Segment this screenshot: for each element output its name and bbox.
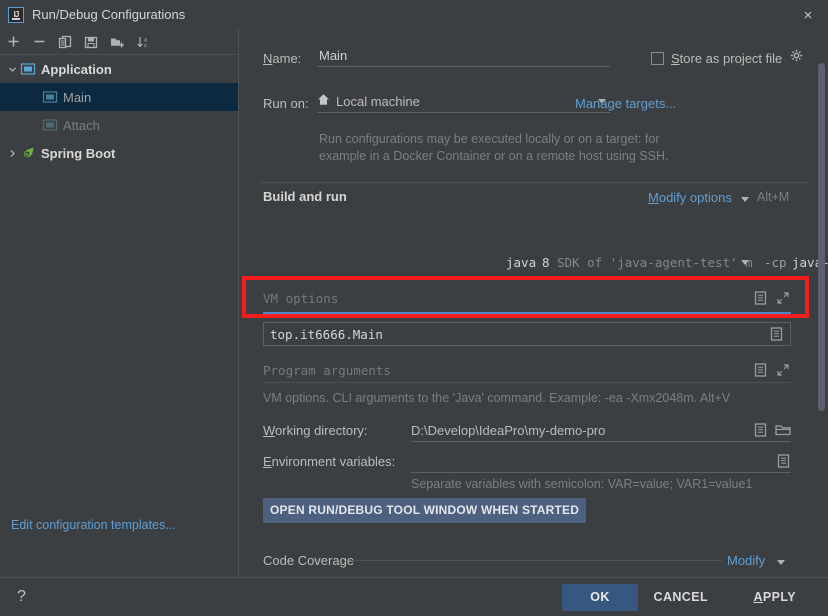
run-on-hint-line-2: example in a Docker Container or on a re… (319, 149, 669, 163)
tree-node-attach[interactable]: Attach (0, 111, 238, 139)
spring-boot-icon (20, 145, 36, 161)
tree-node-main[interactable]: Main (0, 83, 238, 111)
run-debug-configurations-dialog: IJ Run/Debug Configurations × a z Applic… (0, 0, 828, 616)
environment-variables-label: Environment variables: (263, 454, 396, 469)
tree-node-label: Attach (63, 117, 100, 133)
code-coverage-modify-link[interactable]: Modify (727, 553, 765, 568)
code-coverage-title: Code Coverage (263, 553, 355, 568)
tree-node-spring-boot[interactable]: Spring Boot (0, 139, 238, 167)
store-as-project-file-checkbox[interactable] (651, 52, 664, 65)
chevron-down-icon[interactable] (777, 560, 785, 565)
tree-node-label: Application (41, 61, 112, 77)
chevron-down-icon[interactable] (741, 197, 749, 202)
expand-icon[interactable] (775, 290, 791, 306)
environment-variables-hint: Separate variables with semicolon: VAR=v… (411, 477, 753, 491)
store-as-project-file-label: Store as project file (671, 51, 783, 66)
program-arguments-field[interactable]: Program arguments (263, 358, 791, 382)
working-directory-label: Working directory: (263, 423, 368, 438)
vm-options-focus-underline (263, 312, 791, 314)
dialog-footer: ? OK CANCEL A PPLY (0, 577, 828, 616)
apply-button[interactable]: A PPLY (743, 584, 806, 611)
modify-options-link[interactable]: Modify options (648, 190, 732, 205)
run-on-value: Local machine (336, 94, 420, 109)
chevron-down-icon[interactable] (4, 61, 20, 77)
intellij-idea-icon: IJ (8, 6, 24, 23)
working-directory-field[interactable]: D:\Develop\IdeaPro\my-demo-pro (411, 419, 791, 442)
name-label: Name: (263, 51, 302, 66)
chevron-right-icon[interactable] (4, 145, 20, 161)
jdk-java-label: java (506, 255, 537, 270)
jdk-description-label: SDK of 'java-agent-test' m (557, 255, 753, 270)
run-on-dropdown[interactable]: Local machine (317, 91, 610, 113)
folder-icon[interactable] (775, 422, 791, 438)
run-on-hint-line-1: Run configurations may be executed local… (319, 132, 660, 146)
modify-options-shortcut: Alt+M (757, 190, 790, 204)
remove-configuration-button[interactable] (26, 31, 52, 53)
store-as-project-file-row[interactable]: Store as project file (651, 49, 804, 68)
working-directory-value: D:\Develop\IdeaPro\my-demo-pro (411, 422, 606, 438)
editor-scrollbar[interactable] (818, 63, 825, 411)
manage-targets-link[interactable]: Manage targets... (575, 96, 676, 111)
vm-options-hint: VM options. CLI arguments to the 'Java' … (263, 391, 731, 405)
sort-alphabetically-button[interactable]: a z (130, 31, 156, 53)
ok-button[interactable]: OK (562, 583, 638, 611)
run-on-hint: Run configurations may be executed local… (319, 131, 668, 165)
name-input[interactable] (317, 47, 610, 67)
code-coverage-divider (351, 560, 722, 561)
jdk-and-classpath-row: java 8 SDK of 'java-agent-test' m -cp ja… (502, 251, 828, 275)
run-on-row: Run on: (263, 96, 309, 111)
application-icon (20, 61, 36, 77)
new-folder-button[interactable] (104, 31, 130, 53)
list-icon[interactable] (752, 362, 768, 378)
edit-configuration-templates-link[interactable]: Edit configuration templates... (11, 518, 176, 532)
build-and-run-title: Build and run (263, 189, 347, 204)
vm-options-placeholder: VM options (263, 290, 339, 306)
program-arguments-divider (263, 382, 791, 383)
configuration-editor-panel: Name: Store as project file Run on: Loca… (239, 29, 828, 577)
tree-node-application[interactable]: Application (0, 55, 238, 83)
svg-text:z: z (144, 43, 147, 49)
save-configuration-button[interactable] (78, 31, 104, 53)
configurations-toolbar: a z (0, 29, 238, 54)
jdk-dropdown-arrow-icon[interactable] (741, 260, 749, 265)
tree-node-label: Main (63, 89, 92, 105)
list-icon[interactable] (768, 326, 784, 342)
list-icon[interactable] (775, 453, 791, 469)
jdk-version-label: 8 (542, 255, 550, 270)
working-directory-row: Working directory: (263, 423, 368, 438)
expand-icon[interactable] (775, 362, 791, 378)
application-icon (42, 89, 58, 105)
configurations-tree: Application Main Attach Spring Boot Edit… (0, 54, 238, 577)
name-row: Name: (263, 51, 301, 66)
section-divider (261, 182, 809, 183)
vm-options-field[interactable]: VM options (263, 285, 791, 311)
copy-configuration-button[interactable] (52, 31, 78, 53)
close-icon[interactable]: × (798, 6, 818, 24)
environment-variables-field[interactable] (411, 450, 791, 473)
tree-node-label: Spring Boot (41, 145, 116, 161)
title-bar: IJ Run/Debug Configurations × (0, 0, 828, 29)
window-title: Run/Debug Configurations (32, 7, 186, 22)
open-run-debug-tool-window-button[interactable]: OPEN RUN/DEBUG TOOL WINDOW WHEN STARTED (263, 498, 587, 523)
main-class-value: top.it6666.Main (270, 326, 383, 342)
program-arguments-placeholder: Program arguments (263, 362, 391, 378)
main-class-field[interactable]: top.it6666.Main (263, 322, 791, 346)
gear-icon[interactable] (790, 49, 804, 68)
cancel-button[interactable]: CANCEL (644, 584, 718, 611)
help-button[interactable]: ? (17, 588, 26, 606)
environment-variables-row: Environment variables: (263, 454, 395, 469)
list-icon[interactable] (752, 290, 768, 306)
run-on-label: Run on: (263, 96, 309, 111)
classpath-flag-label: -cp (764, 255, 787, 270)
list-icon[interactable] (752, 422, 768, 438)
application-icon (42, 117, 58, 133)
jdk-row-divider (263, 277, 791, 278)
home-icon (317, 93, 330, 111)
add-configuration-button[interactable] (0, 31, 26, 53)
